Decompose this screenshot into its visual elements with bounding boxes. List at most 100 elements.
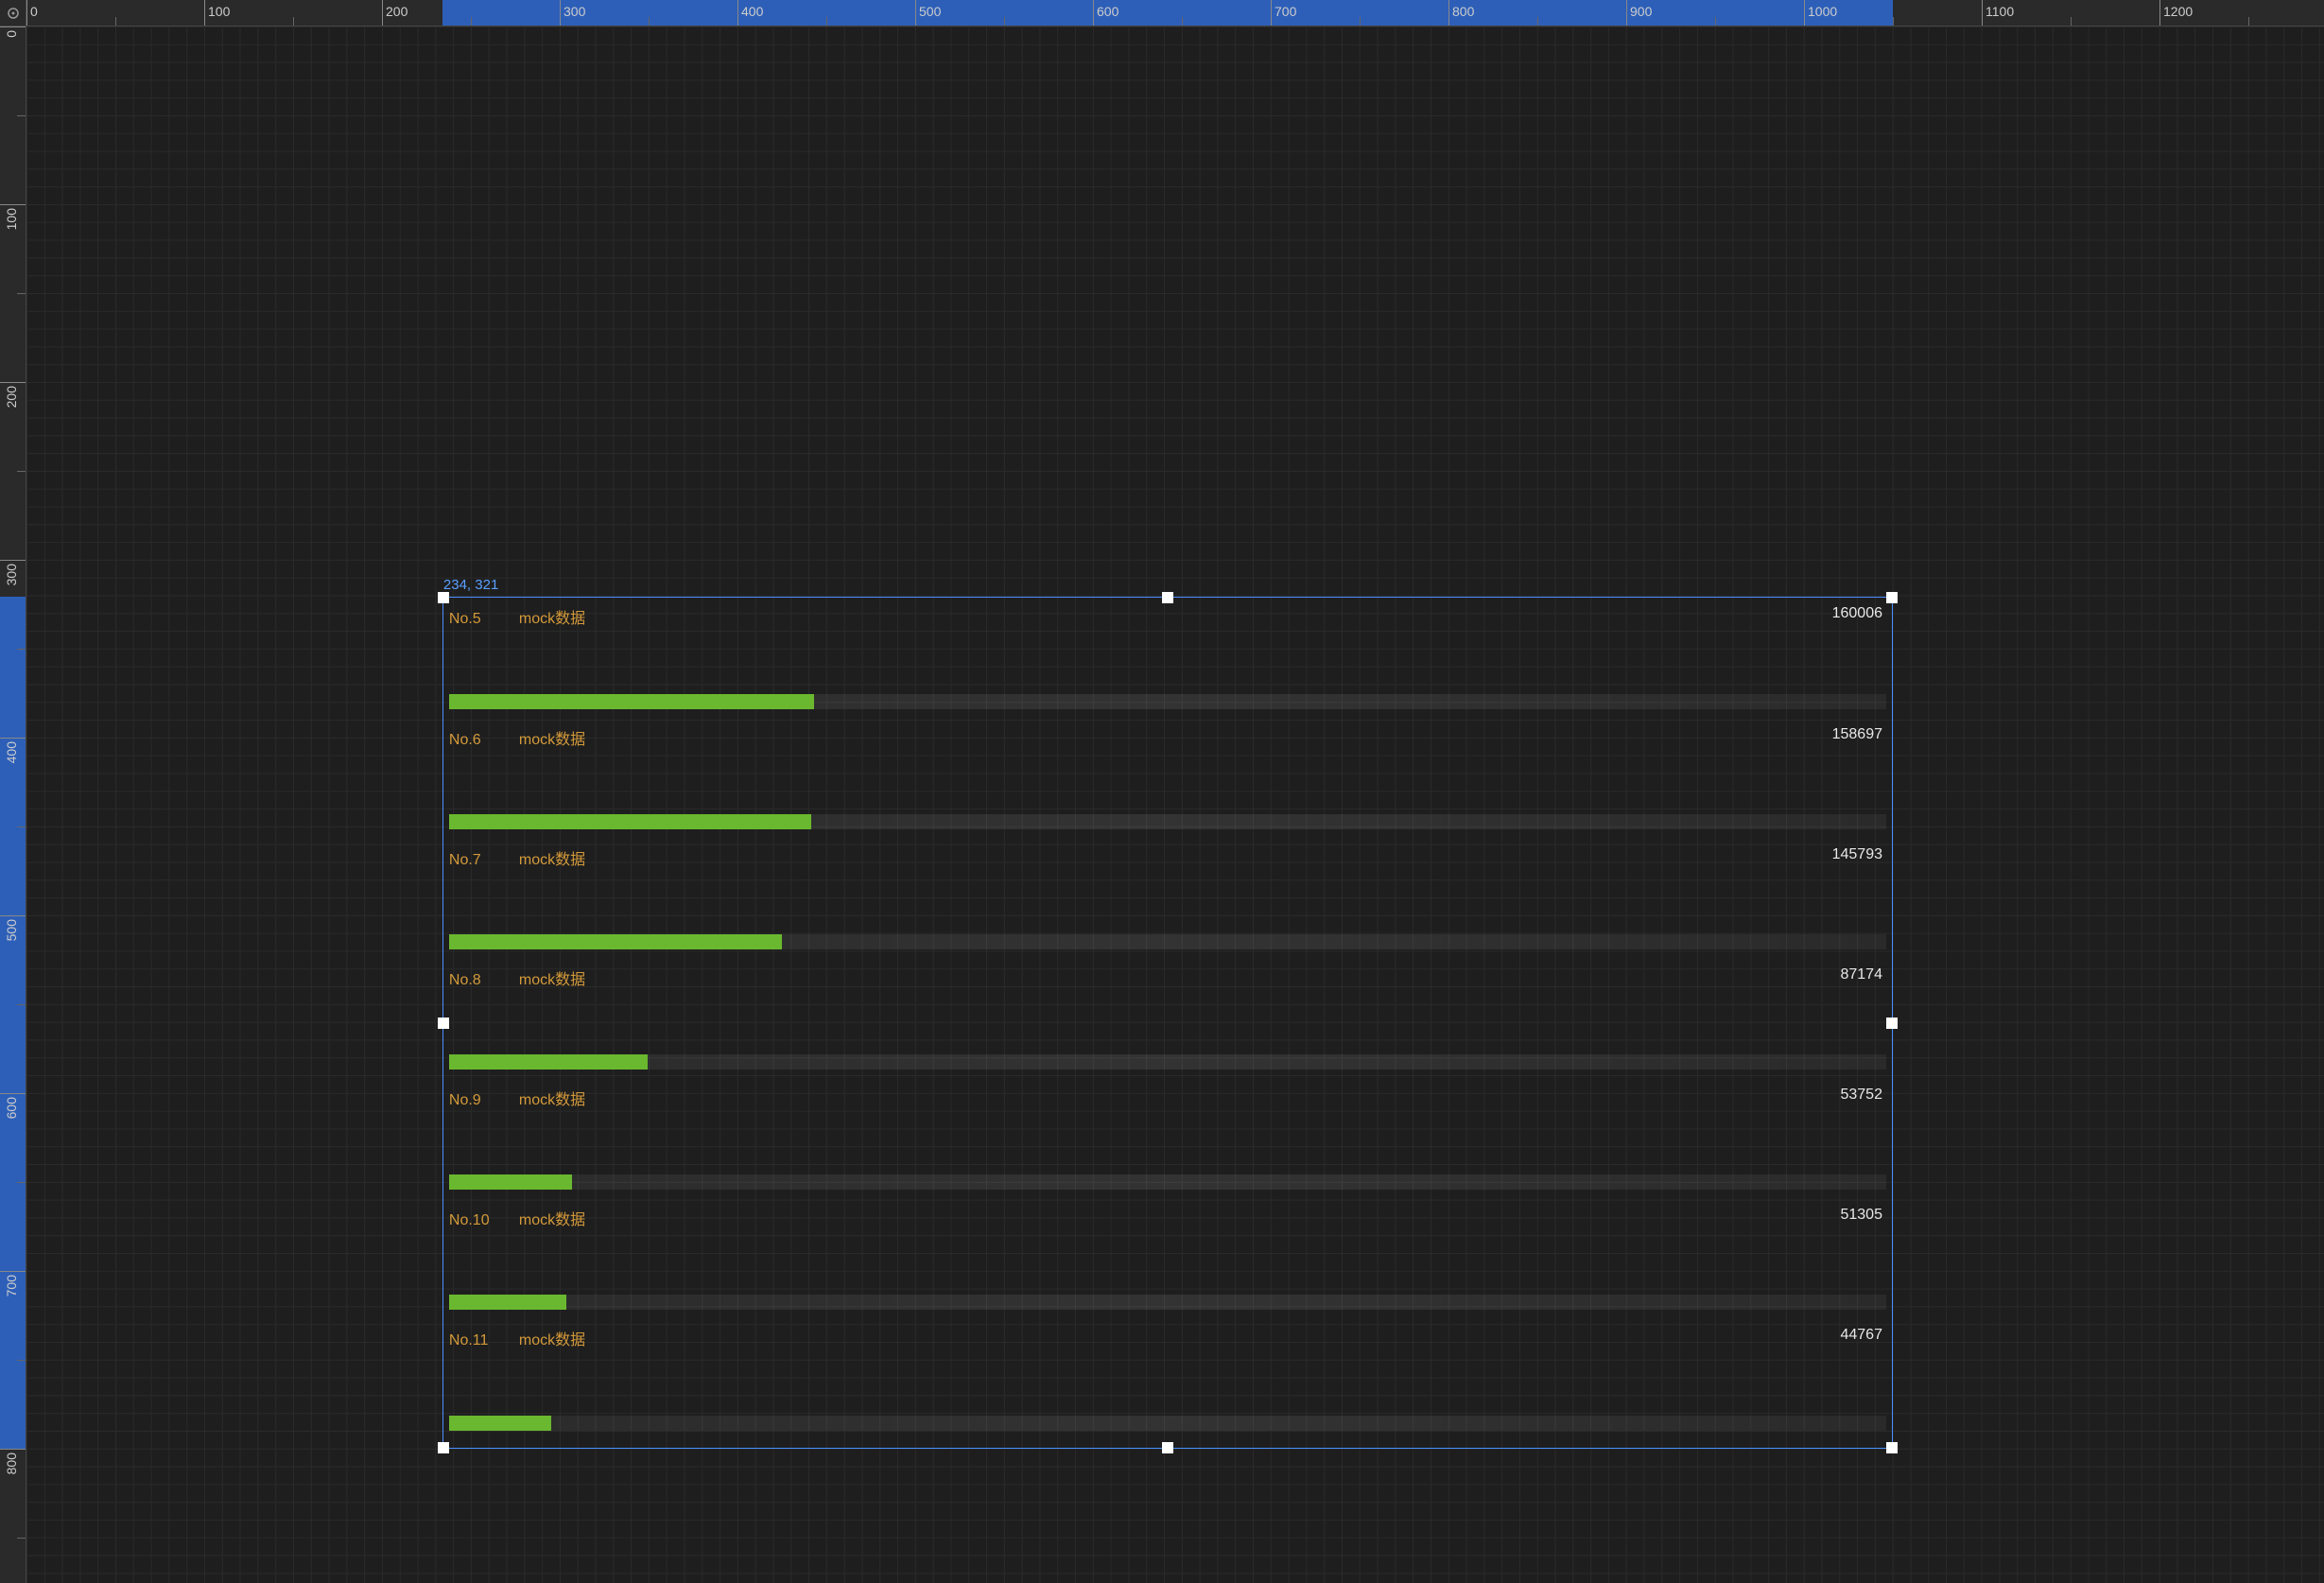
chart-row-rank: No.8 bbox=[449, 972, 496, 989]
ruler-h-tick-label: 600 bbox=[1093, 4, 1119, 19]
ruler-h-tick-label: 300 bbox=[560, 4, 585, 19]
ruler-v-tick-label: 800 bbox=[4, 1453, 19, 1474]
resize-handle-top-left[interactable] bbox=[438, 592, 449, 603]
resize-handle-bottom-center[interactable] bbox=[1162, 1442, 1173, 1453]
chart-row-bar bbox=[449, 814, 811, 829]
ruler-v-tick-label: 600 bbox=[4, 1097, 19, 1119]
resize-handle-middle-right[interactable] bbox=[1886, 1018, 1898, 1029]
ruler-vertical[interactable]: 010020030040050060070080090010001100 bbox=[0, 26, 26, 1583]
crosshair-icon bbox=[6, 6, 21, 21]
chart-row-rank: No.10 bbox=[449, 1212, 496, 1229]
chart-row-header: No.10 mock数据 bbox=[447, 1207, 1888, 1229]
chart-row-track bbox=[449, 1295, 1886, 1310]
ruler-h-tick-minor bbox=[1004, 17, 1005, 26]
ruler-h-tick-minor bbox=[1893, 17, 1894, 26]
ruler-v-tick bbox=[0, 204, 26, 205]
ruler-v-tick-label: 700 bbox=[4, 1275, 19, 1296]
chart-row: No.5 mock数据 160006 bbox=[447, 601, 1888, 722]
ruler-origin[interactable] bbox=[0, 0, 26, 26]
ruler-h-tick-label: 200 bbox=[382, 4, 408, 19]
chart-row-value: 145793 bbox=[1832, 846, 1882, 863]
chart-row: No.6 mock数据 158697 bbox=[447, 722, 1888, 843]
ruler-v-tick-label: 400 bbox=[4, 741, 19, 763]
chart-row-rank: No.7 bbox=[449, 852, 496, 869]
chart-row-bar bbox=[449, 934, 782, 949]
chart-row-bar bbox=[449, 1054, 648, 1070]
chart-row-value: 160006 bbox=[1832, 605, 1882, 622]
chart-row-bar bbox=[449, 1174, 572, 1190]
chart-row: No.8mock数据87174 bbox=[447, 963, 1888, 1083]
ranking-bar-chart: No.5 mock数据 160006 No.6 mock数据 158697 No.7 mock… bbox=[443, 598, 1892, 1448]
ruler-h-tick-minor bbox=[115, 17, 116, 26]
chart-row-label: mock数据 bbox=[519, 966, 585, 989]
chart-row-track bbox=[449, 1054, 1886, 1070]
ruler-v-tick bbox=[0, 738, 26, 739]
ruler-h-tick-minor bbox=[471, 17, 472, 26]
ruler-v-tick-minor bbox=[17, 1004, 26, 1005]
chart-row-bar bbox=[449, 1295, 566, 1310]
chart-row-rank: No.9 bbox=[449, 1092, 496, 1109]
selected-widget[interactable]: 234, 321 No.5mock数据160006No.6mock数据15869… bbox=[442, 597, 1893, 1449]
chart-row-rank: No.5 bbox=[449, 611, 496, 628]
ruler-h-tick-minor bbox=[1537, 17, 1538, 26]
chart-row-track bbox=[449, 1174, 1886, 1190]
ruler-v-tick bbox=[0, 382, 26, 383]
chart-row: No.9 mock数据 53752 bbox=[447, 1083, 1888, 1203]
ruler-v-tick bbox=[0, 560, 26, 561]
chart-row-header: No.5 mock数据 bbox=[447, 605, 1888, 628]
chart-row-value: 158697 bbox=[1832, 726, 1882, 743]
resize-handle-middle-left[interactable] bbox=[438, 1018, 449, 1029]
ruler-v-tick bbox=[0, 1449, 26, 1450]
ruler-h-tick-minor bbox=[293, 17, 294, 26]
ruler-v-selection bbox=[0, 597, 26, 1449]
chart-row-header: No.7 mock数据 bbox=[447, 846, 1888, 869]
ruler-horizontal[interactable]: 0100200300400500600700800900100011001200… bbox=[26, 0, 2324, 26]
chart-row-track bbox=[449, 694, 1886, 709]
chart-row-label: mock数据 bbox=[519, 1327, 585, 1349]
ruler-h-selection bbox=[442, 0, 1893, 26]
resize-handle-bottom-left[interactable] bbox=[438, 1442, 449, 1453]
resize-handle-top-right[interactable] bbox=[1886, 592, 1898, 603]
ruler-h-tick-label: 900 bbox=[1626, 4, 1652, 19]
chart-row-rank: No.11 bbox=[449, 1332, 496, 1349]
ruler-v-tick-label: 200 bbox=[4, 386, 19, 408]
chart-row-header: No.6 mock数据 bbox=[447, 726, 1888, 749]
chart-row: No.11mock数据44767 bbox=[447, 1323, 1888, 1443]
chart-row-header: No.9 mock数据 bbox=[447, 1087, 1888, 1109]
ruler-h-tick-minor bbox=[1182, 17, 1183, 26]
chart-row-bar bbox=[449, 694, 814, 709]
chart-row-header: No.11 mock数据 bbox=[447, 1327, 1888, 1349]
resize-handle-bottom-right[interactable] bbox=[1886, 1442, 1898, 1453]
ruler-v-tick-minor bbox=[17, 293, 26, 294]
chart-row: No.10mock数据51305 bbox=[447, 1203, 1888, 1323]
design-canvas[interactable]: 234, 321 No.5 mock数据 160006 No.6 mock数据 15869… bbox=[26, 26, 2324, 1583]
ruler-h-tick-label: 0 bbox=[26, 4, 38, 19]
ruler-h-tick-minor bbox=[2248, 17, 2249, 26]
chart-row-header: No.8 mock数据 bbox=[447, 966, 1888, 989]
chart-row-label: mock数据 bbox=[519, 846, 585, 869]
selection-coordinates: 234, 321 bbox=[443, 577, 498, 593]
ruler-v-tick bbox=[0, 26, 26, 27]
ruler-v-tick-minor bbox=[17, 471, 26, 472]
ruler-h-tick-label: 500 bbox=[915, 4, 941, 19]
ruler-h-tick-minor bbox=[649, 17, 650, 26]
chart-row-label: mock数据 bbox=[519, 605, 585, 628]
resize-handle-top-center[interactable] bbox=[1162, 592, 1173, 603]
chart-row-rank: No.6 bbox=[449, 732, 496, 749]
chart-row-value: 53752 bbox=[1840, 1087, 1882, 1104]
ruler-h-tick-minor bbox=[1360, 17, 1361, 26]
chart-row-label: mock数据 bbox=[519, 726, 585, 749]
ruler-v-tick-label: 0 bbox=[4, 30, 19, 38]
chart-row-track bbox=[449, 814, 1886, 829]
ruler-v-tick-minor bbox=[17, 115, 26, 116]
ruler-v-tick bbox=[0, 915, 26, 916]
chart-row-label: mock数据 bbox=[519, 1207, 585, 1229]
chart-row: No.7 mock数据 145793 bbox=[447, 843, 1888, 963]
ruler-h-tick-minor bbox=[826, 17, 827, 26]
ruler-h-tick-label: 1100 bbox=[1982, 4, 2014, 19]
chart-row-label: mock数据 bbox=[519, 1087, 585, 1109]
chart-row-bar bbox=[449, 1416, 551, 1431]
ruler-v-tick-label: 300 bbox=[4, 564, 19, 585]
ruler-h-tick-label: 1200 bbox=[2159, 4, 2193, 19]
ruler-v-tick-minor bbox=[17, 1360, 26, 1361]
